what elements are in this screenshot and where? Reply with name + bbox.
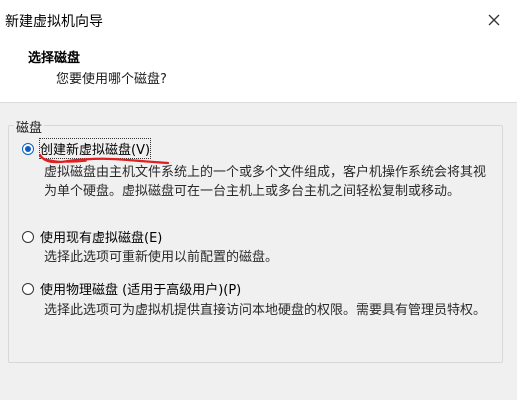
radio-button[interactable]	[22, 282, 34, 295]
radio-button-checked[interactable]	[22, 142, 34, 155]
window-title: 新建虚拟机向导	[5, 14, 103, 30]
page-subtitle: 您要使用哪个磁盘?	[56, 72, 167, 87]
radio-use-physical-disk[interactable]: 使用物理磁盘 (适用于高级用户)(P)	[22, 279, 241, 298]
page-title: 选择磁盘	[28, 51, 81, 66]
radio-create-new-disk[interactable]: 创建新虚拟磁盘(V)	[22, 138, 152, 159]
option-label-create-new: 创建新虚拟磁盘(V)	[38, 138, 152, 159]
option-label-use-existing: 使用现有虚拟磁盘(E)	[40, 231, 163, 246]
title-bar: 新建虚拟机向导	[0, 0, 517, 40]
wizard-header: 选择磁盘 您要使用哪个磁盘?	[0, 40, 517, 103]
close-button[interactable]	[471, 0, 517, 40]
wizard-body: 磁盘 创建新虚拟磁盘(V) 虚拟磁盘由主机文件系统上的一个或多个文件组成，客户机…	[0, 103, 517, 400]
option-description-use-physical: 选择此选项可为虚拟机提供直接访问本地硬盘的权限。需要具有管理员特权。	[44, 303, 487, 318]
radio-button[interactable]	[22, 230, 34, 243]
option-description-create-new: 虚拟磁盘由主机文件系统上的一个或多个文件组成，客户机操作系统会将其视为单个硬盘。…	[44, 165, 487, 199]
option-label-use-physical: 使用物理磁盘 (适用于高级用户)(P)	[40, 283, 242, 298]
close-icon	[488, 14, 500, 26]
disk-group-label: 磁盘	[14, 117, 45, 136]
option-description-use-existing: 选择此选项可重新使用以前配置的磁盘。	[44, 250, 279, 265]
radio-use-existing-disk[interactable]: 使用现有虚拟磁盘(E)	[22, 227, 162, 246]
